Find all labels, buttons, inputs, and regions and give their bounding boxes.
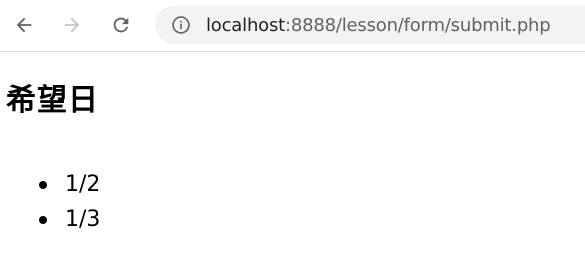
forward-button[interactable]: [55, 8, 89, 42]
back-button[interactable]: [7, 8, 41, 42]
page-heading: 希望日: [6, 83, 99, 118]
forward-arrow-icon: [64, 17, 80, 33]
address-bar[interactable]: localhost:8888/lesson/form/submit.php: [155, 6, 585, 44]
url-text[interactable]: localhost:8888/lesson/form/submit.php: [206, 14, 551, 36]
list-item: 1/2: [0, 167, 100, 202]
browser-toolbar: localhost:8888/lesson/form/submit.php: [0, 0, 585, 52]
reload-button[interactable]: [104, 8, 138, 42]
info-icon[interactable]: [170, 14, 192, 36]
date-list: 1/2 1/3: [0, 167, 100, 237]
url-host: localhost: [206, 14, 285, 36]
url-path: :8888/lesson/form/submit.php: [285, 14, 551, 36]
back-arrow-icon: [16, 17, 32, 33]
list-item: 1/3: [0, 202, 100, 237]
page-content: 希望日 1/2 1/3: [0, 53, 585, 259]
reload-icon: [113, 17, 129, 33]
